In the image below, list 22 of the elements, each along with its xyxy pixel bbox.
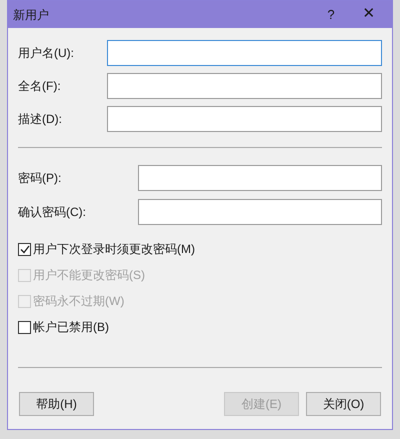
field-label: 全名(F): bbox=[18, 78, 62, 95]
field-label: 确认密码(C): bbox=[18, 204, 87, 221]
field-label: 用户名(U): bbox=[18, 45, 75, 62]
window-title: 新用户 bbox=[13, 6, 50, 24]
input-field[interactable] bbox=[107, 106, 382, 132]
input-field[interactable] bbox=[138, 199, 382, 225]
input-field[interactable] bbox=[138, 165, 382, 191]
dialog-button[interactable]: 帮助(H) bbox=[19, 392, 94, 416]
field-label: 描述(D): bbox=[18, 111, 63, 128]
checkmark-icon bbox=[20, 244, 30, 254]
checkbox-label: 密码永不过期(W) bbox=[33, 293, 124, 310]
checkbox[interactable] bbox=[18, 242, 31, 256]
field-label: 密码(P): bbox=[18, 170, 62, 187]
help-button[interactable]: ? bbox=[316, 1, 346, 28]
input-field[interactable] bbox=[107, 73, 382, 99]
checkbox-label: 帐户已禁用(B) bbox=[33, 319, 109, 336]
checkbox[interactable] bbox=[18, 320, 31, 334]
checkbox-label: 用户下次登录时须更改密码(M) bbox=[33, 241, 195, 258]
input-field[interactable] bbox=[107, 40, 382, 66]
close-button[interactable]: ✕ bbox=[346, 1, 392, 28]
dialog-button[interactable]: 关闭(O) bbox=[306, 392, 381, 416]
checkbox-label: 用户不能更改密码(S) bbox=[33, 267, 145, 284]
